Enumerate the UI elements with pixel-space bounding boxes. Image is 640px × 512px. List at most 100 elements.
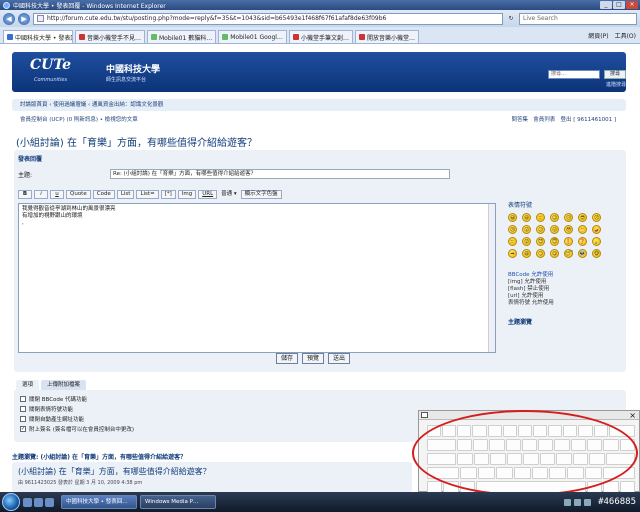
tray-icon[interactable]: [564, 498, 572, 506]
breadcrumb[interactable]: 討論版首頁 ‹ 使用過議壇議 ‹ 通風資金出納：認識文化景觀: [12, 99, 626, 111]
smiley-icon[interactable]: 😴: [564, 249, 573, 258]
smiley-icon[interactable]: ➡: [508, 249, 517, 258]
tray-icon[interactable]: [574, 498, 582, 506]
bbcode-toolbar: B i u Quote Code List List= [*] Img URL …: [18, 190, 282, 199]
smiley-icon[interactable]: 😇: [550, 237, 559, 246]
forward-button[interactable]: ▶: [18, 12, 30, 25]
osk-close-button[interactable]: ×: [629, 411, 636, 420]
smiley-icon[interactable]: ❗: [564, 237, 573, 246]
tools-menu[interactable]: 工具(O): [615, 31, 636, 40]
smiley-icon[interactable]: 😀: [508, 213, 517, 222]
smiley-icon[interactable]: 😉: [550, 213, 559, 222]
smiley-icon[interactable]: 🐵: [592, 249, 601, 258]
volume-icon[interactable]: [584, 498, 592, 506]
smilies-title: 表情符號: [508, 202, 533, 209]
textarea-scrollbar[interactable]: [488, 204, 495, 352]
forum-search-button[interactable]: 搜尋: [604, 70, 626, 79]
option-disable-bbcode[interactable]: 關閉 BBCode 代碼功能: [20, 394, 620, 404]
ucp-link[interactable]: 會員控制台 (UCP) (0 則新訊息) • 檢視您的文章: [20, 117, 138, 123]
maximize-button[interactable]: □: [613, 1, 625, 9]
page-menu[interactable]: 網頁(P): [588, 31, 608, 40]
submit-button[interactable]: 送出: [328, 353, 351, 364]
topic-review-link[interactable]: 主題瀏覽: [508, 317, 618, 326]
address-bar[interactable]: http://forum.cute.edu.tw/stu/posting.php…: [33, 12, 503, 25]
tab-music-3[interactable]: 開放音樂小機堂…: [354, 30, 419, 43]
live-search-input[interactable]: Live Search: [519, 12, 637, 25]
img-button[interactable]: Img: [177, 190, 197, 199]
refresh-icon[interactable]: ↻: [506, 14, 516, 24]
list-button[interactable]: List: [116, 190, 135, 199]
checkbox-checked[interactable]: ✓: [20, 426, 26, 432]
start-button[interactable]: [2, 493, 20, 511]
smiley-icon[interactable]: 😋: [550, 249, 559, 258]
smiley-icon[interactable]: 😬: [578, 225, 587, 234]
smiley-icon[interactable]: 😏: [536, 249, 545, 258]
url-button[interactable]: URL: [198, 190, 218, 199]
smiley-icon[interactable]: 🙁: [508, 237, 517, 246]
smiley-icon[interactable]: 😮: [522, 225, 531, 234]
ordered-list-button[interactable]: List=: [136, 190, 159, 199]
font-color-button[interactable]: 顯示文字色盤: [240, 190, 282, 199]
smiley-icon[interactable]: 💡: [592, 237, 601, 246]
smiley-icon[interactable]: 😈: [536, 237, 545, 246]
bbcode-status-line[interactable]: BBCode 允許使用: [508, 272, 618, 279]
smiley-icon[interactable]: 😳: [564, 225, 573, 234]
message-textarea[interactable]: 我覺得觀音從亭湖到林山的風景很漂亮 有增加的視野跟山的環境 ,: [18, 203, 496, 353]
tab-attachments[interactable]: 上傳附加檔案: [41, 380, 87, 390]
code-button[interactable]: Code: [92, 190, 115, 199]
tab-music[interactable]: 音樂小機堂手不見…: [75, 30, 145, 43]
smiley-icon[interactable]: 😆: [522, 249, 531, 258]
subject-input[interactable]: Re: (小組討論) 在「育樂」方面，有哪些值得介紹給遊客？: [110, 169, 450, 179]
font-size-select[interactable]: 普通 ▾: [219, 190, 239, 199]
members-link[interactable]: 會員列表: [533, 117, 555, 123]
bold-button[interactable]: B: [18, 190, 32, 199]
annotation-ellipse: [412, 410, 638, 496]
review-post-title[interactable]: (小組討論) 在「育樂」方面，有哪些值得介紹給遊客？: [18, 466, 406, 477]
preview-button[interactable]: 預覽: [302, 353, 325, 364]
taskbar-item-ie[interactable]: 中國科技大學 • 發表回…: [61, 495, 137, 509]
smiley-icon[interactable]: 😢: [508, 225, 517, 234]
minimize-button[interactable]: _: [600, 1, 612, 9]
ie-icon[interactable]: [34, 497, 43, 507]
smiley-icon[interactable]: 😎: [578, 213, 587, 222]
smiley-icon[interactable]: 🤪: [592, 225, 601, 234]
checkbox[interactable]: [20, 416, 26, 422]
save-button[interactable]: 儲存: [276, 353, 299, 364]
site-logo[interactable]: CUTe: [30, 57, 71, 73]
site-icon: [358, 34, 365, 40]
site-header: CUTe Communities 中國科技大學 師生訊息交流平台 搜尋… 搜尋 …: [12, 52, 626, 92]
faq-link[interactable]: 問答集: [511, 117, 528, 123]
smiley-icon[interactable]: 😕: [536, 225, 545, 234]
quote-button[interactable]: Quote: [66, 190, 91, 199]
close-button[interactable]: ×: [626, 1, 638, 9]
back-button[interactable]: ◀: [3, 12, 15, 25]
smiley-icon[interactable]: ❓: [578, 237, 587, 246]
smiley-icon[interactable]: 😄: [522, 213, 531, 222]
list-item-button[interactable]: [*]: [160, 190, 176, 199]
checkbox[interactable]: [20, 396, 26, 402]
smiley-icon[interactable]: 😐: [564, 213, 573, 222]
taskbar-item-wmp[interactable]: Windows Media P…: [140, 495, 216, 509]
tab-music-2[interactable]: 小機堂手筆文創…: [288, 30, 353, 43]
page-title[interactable]: (小組討論) 在「育樂」方面，有哪些值得介紹給遊客？: [16, 134, 257, 149]
window-title: 中國科技大學 • 發表回覆 - Windows Internet Explore…: [13, 2, 166, 10]
logout-link[interactable]: 登出 [ 9611461001 ]: [560, 117, 616, 123]
underline-button[interactable]: u: [50, 190, 64, 199]
tab-mobile01-a[interactable]: Mobile01 數貓科…: [147, 30, 217, 43]
bbcode-status-line: 表情符號 允許使用: [508, 300, 554, 306]
smiley-icon[interactable]: 😛: [550, 225, 559, 234]
checkbox[interactable]: [20, 406, 26, 412]
advanced-search-link[interactable]: 進階搜尋: [606, 81, 626, 88]
smiley-icon[interactable]: 😡: [522, 237, 531, 246]
show-desktop-icon[interactable]: [23, 497, 32, 507]
italic-button[interactable]: i: [34, 190, 48, 199]
smiley-icon[interactable]: 😠: [592, 213, 601, 222]
tab-options[interactable]: 選項: [16, 380, 40, 390]
folder-icon[interactable]: [45, 497, 54, 507]
bbcode-status: BBCode 允許使用 [img] 允許使用 [flash] 禁止使用 [url…: [508, 272, 618, 307]
forum-search-input[interactable]: 搜尋…: [548, 70, 600, 79]
tab-forum[interactable]: 中國科技大學 • 發表回覆: [3, 30, 73, 43]
tab-mobile01-b[interactable]: Mobile01 Googl…: [218, 30, 287, 43]
smiley-icon[interactable]: 👽: [578, 249, 587, 258]
smiley-icon[interactable]: 🙂: [536, 213, 545, 222]
